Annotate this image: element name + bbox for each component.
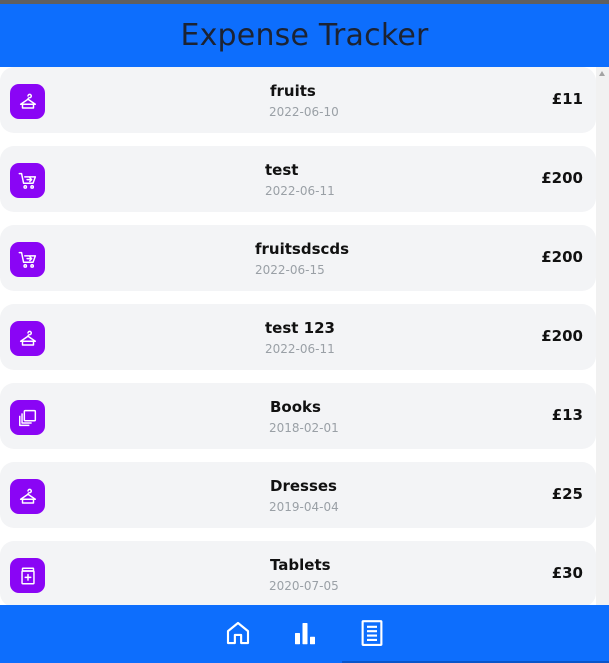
- scroll-up-arrow-icon[interactable]: [599, 71, 605, 76]
- expense-item[interactable]: Dresses 2019-04-04 £25: [0, 462, 596, 528]
- expense-title: Tablets: [270, 556, 331, 574]
- expense-item[interactable]: fruitsdscds 2022-06-15 £200: [0, 225, 596, 291]
- expense-date: 2019-04-04: [269, 500, 339, 514]
- expense-title: test 123: [265, 319, 335, 337]
- expense-item[interactable]: test 123 2022-06-11 £200: [0, 304, 596, 370]
- expense-item[interactable]: Books 2018-02-01 £13: [0, 383, 596, 449]
- hanger-icon: [10, 479, 45, 514]
- expense-date: 2020-07-05: [269, 579, 339, 593]
- expense-title: fruitsdscds: [255, 240, 350, 258]
- expense-title: Books: [270, 398, 321, 416]
- nav-home-button[interactable]: [220, 615, 256, 651]
- hanger-icon: [10, 321, 45, 356]
- expense-date: 2018-02-01: [269, 421, 339, 435]
- expense-item[interactable]: fruits 2022-06-10 £11: [0, 67, 596, 133]
- app-header: Expense Tracker: [0, 4, 609, 67]
- bottom-nav: [0, 605, 609, 663]
- expense-date: 2022-06-11: [265, 184, 335, 198]
- expense-title: fruits: [270, 82, 316, 100]
- expense-amount: £25: [551, 485, 583, 503]
- nav-transactions-button[interactable]: [354, 615, 390, 651]
- list-scrollbar[interactable]: [596, 67, 609, 605]
- hanger-icon: [10, 84, 45, 119]
- expense-date: 2022-06-10: [269, 105, 339, 119]
- cart-icon: [10, 163, 45, 198]
- expense-amount: £200: [541, 169, 583, 187]
- expense-amount: £13: [551, 406, 583, 424]
- expense-title: test: [265, 161, 299, 179]
- cart-icon: [10, 242, 45, 277]
- expense-title: Dresses: [270, 477, 337, 495]
- expense-amount: £30: [551, 564, 583, 582]
- expense-amount: £11: [551, 90, 583, 108]
- expense-amount: £200: [541, 248, 583, 266]
- home-icon: [226, 621, 250, 645]
- nav-chart-button[interactable]: [287, 615, 323, 651]
- library-icon: [10, 400, 45, 435]
- expense-list: fruits 2022-06-10 £11 test 2022-06-11 £2…: [0, 67, 596, 605]
- medicine-icon: [10, 558, 45, 593]
- expense-item[interactable]: Tablets 2020-07-05 £30: [0, 541, 596, 605]
- expense-item[interactable]: test 2022-06-11 £200: [0, 146, 596, 212]
- expense-date: 2022-06-15: [255, 263, 325, 277]
- page-title: Expense Tracker: [180, 18, 429, 53]
- expense-date: 2022-06-11: [265, 342, 335, 356]
- expense-amount: £200: [541, 327, 583, 345]
- receipt-icon: [361, 620, 383, 646]
- bar-chart-icon: [295, 623, 315, 645]
